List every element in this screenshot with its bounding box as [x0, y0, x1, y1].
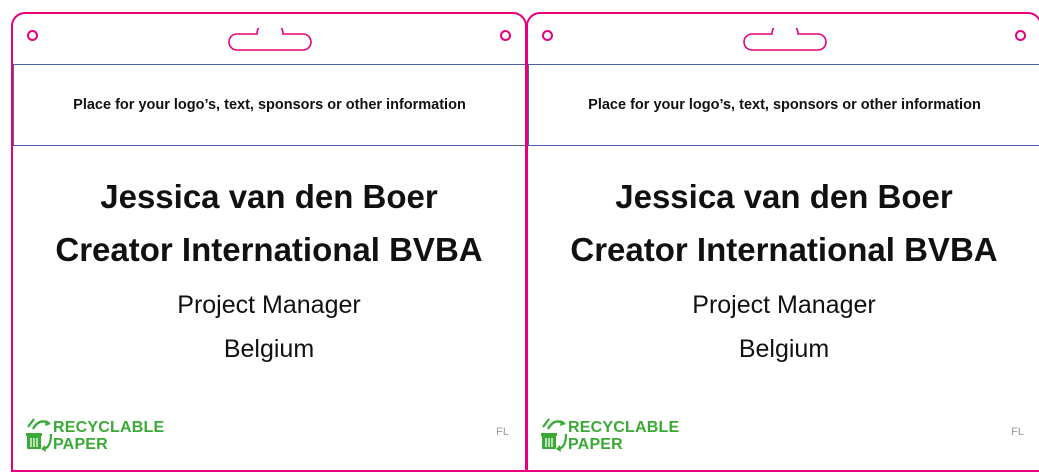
- job-title: Project Manager: [177, 291, 361, 319]
- printer-mark: FL: [496, 426, 509, 438]
- job-title: Project Manager: [692, 291, 876, 319]
- recycle-icon: [541, 418, 568, 452]
- punch-hole-icon: [27, 30, 38, 41]
- company-name: Creator International BVBA: [55, 231, 483, 268]
- recycle-icon: [26, 418, 53, 452]
- attendee-name: Jessica van den Boer: [100, 178, 438, 215]
- recyclable-label: RECYCLABLE: [53, 419, 165, 436]
- info-placeholder-text: Place for your logo’s, text, sponsors or…: [73, 97, 466, 113]
- hanger-slot-icon: [228, 28, 312, 51]
- recyclable-paper-logo: RECYCLABLE PAPER: [540, 416, 730, 456]
- info-placeholder-box: Place for your logo’s, text, sponsors or…: [13, 64, 525, 146]
- punch-hole-icon: [500, 30, 511, 41]
- paper-label: PAPER: [53, 436, 108, 453]
- punch-hole-icon: [542, 30, 553, 41]
- punch-hole-icon: [1015, 30, 1026, 41]
- info-placeholder-text: Place for your logo’s, text, sponsors or…: [588, 97, 981, 113]
- paper-label: PAPER: [568, 436, 623, 453]
- name-badge-right: Place for your logo’s, text, sponsors or…: [526, 12, 1039, 472]
- hanger-slot-icon: [743, 28, 827, 51]
- country: Belgium: [738, 335, 830, 363]
- info-placeholder-box: Place for your logo’s, text, sponsors or…: [528, 64, 1039, 146]
- recyclable-paper-logo: RECYCLABLE PAPER: [25, 416, 215, 456]
- recyclable-label: RECYCLABLE: [568, 419, 680, 436]
- company-name: Creator International BVBA: [570, 231, 998, 268]
- country: Belgium: [223, 335, 315, 363]
- name-badge-left: Place for your logo’s, text, sponsors or…: [11, 12, 527, 472]
- attendee-name: Jessica van den Boer: [615, 178, 953, 215]
- printer-mark: FL: [1011, 426, 1024, 438]
